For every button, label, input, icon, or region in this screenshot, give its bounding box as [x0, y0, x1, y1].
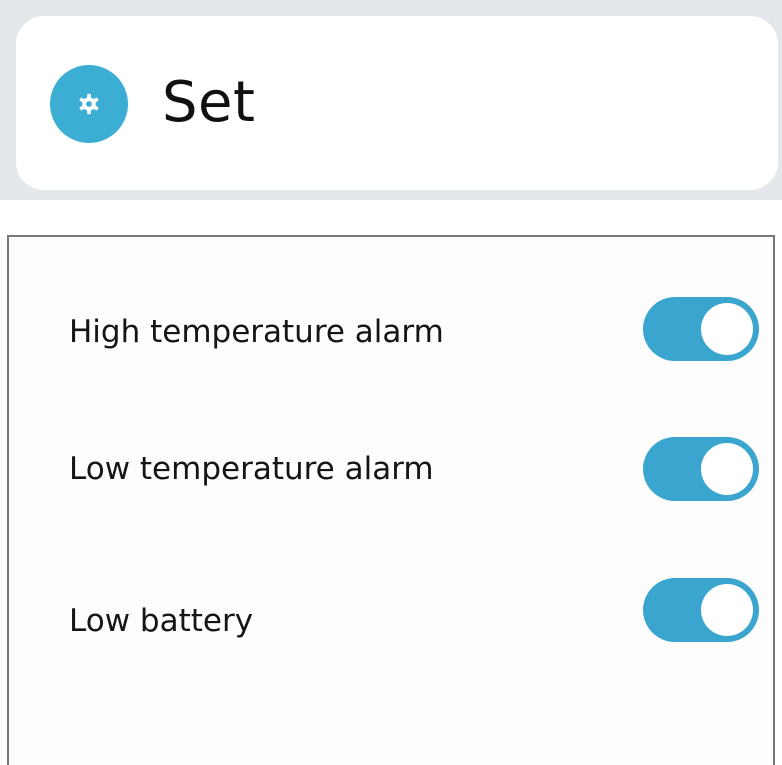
toggle-knob	[701, 303, 753, 355]
setting-label-low-battery: Low battery	[69, 603, 254, 639]
gear-icon-glyph	[79, 93, 99, 115]
header-bar: Set	[0, 0, 782, 200]
gear-icon[interactable]	[50, 65, 128, 143]
setting-label-high-temperature-alarm: High temperature alarm	[69, 314, 444, 350]
low-temperature-alarm-toggle[interactable]	[643, 437, 759, 501]
toggle-knob	[701, 584, 753, 636]
header-card: Set	[16, 16, 778, 190]
setting-label-low-temperature-alarm: Low temperature alarm	[69, 451, 434, 487]
page-title: Set	[162, 70, 256, 135]
low-battery-toggle[interactable]	[643, 578, 759, 642]
toggle-knob	[701, 443, 753, 495]
settings-panel: High temperature alarm Low temperature a…	[7, 235, 775, 765]
high-temperature-alarm-toggle[interactable]	[643, 297, 759, 361]
